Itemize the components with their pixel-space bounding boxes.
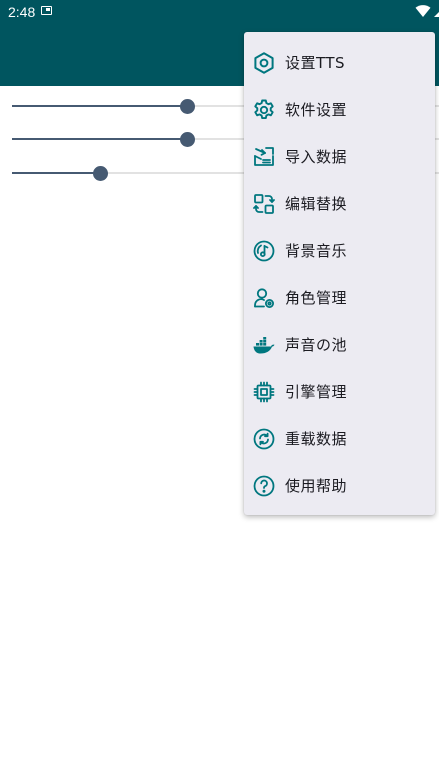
- music-disc-icon: [252, 239, 276, 263]
- docker-whale-icon: [252, 333, 276, 357]
- menu-item-label: 使用帮助: [285, 477, 348, 495]
- slider-thumb[interactable]: [180, 99, 196, 114]
- menu-item-label: 软件设置: [285, 101, 348, 119]
- menu-item-voice-pool[interactable]: 声音の池: [244, 322, 435, 369]
- person-settings-icon: [252, 286, 276, 310]
- chip-icon: [252, 380, 276, 404]
- menu-item-help[interactable]: 使用帮助: [244, 463, 435, 510]
- replace-icon: [252, 192, 276, 216]
- notification-card-icon: [41, 6, 52, 15]
- menu-item-label: 背景音乐: [285, 242, 348, 260]
- menu-item-engine-management[interactable]: 引擎管理: [244, 369, 435, 416]
- slider-fill: [12, 105, 188, 107]
- menu-item-edit-replace[interactable]: 编辑替换: [244, 181, 435, 228]
- menu-item-label: 导入数据: [285, 148, 348, 166]
- reload-icon: [252, 427, 276, 451]
- menu-item-label: 声音の池: [285, 336, 348, 354]
- slider-fill: [12, 172, 100, 174]
- menu-item-label: 编辑替换: [285, 195, 348, 213]
- slider-thumb[interactable]: [92, 166, 108, 181]
- menu-item-tts-settings[interactable]: 设置TTS: [244, 40, 435, 87]
- menu-item-role-management[interactable]: 角色管理: [244, 275, 435, 322]
- hexagon-gear-icon: [252, 51, 276, 75]
- overflow-menu: 设置TTS 软件设置 导入数据 编辑替换 背景音乐 角色管理 声音の池 引擎管理…: [244, 32, 435, 515]
- gear-icon: [252, 98, 276, 122]
- menu-item-background-music[interactable]: 背景音乐: [244, 228, 435, 275]
- menu-item-import-data[interactable]: 导入数据: [244, 134, 435, 181]
- menu-item-label: 角色管理: [285, 289, 348, 307]
- menu-item-reload-data[interactable]: 重载数据: [244, 416, 435, 463]
- menu-item-label: 设置TTS: [285, 54, 346, 72]
- menu-item-app-settings[interactable]: 软件设置: [244, 87, 435, 134]
- slider-fill: [12, 138, 188, 140]
- menu-item-label: 引擎管理: [285, 383, 348, 401]
- slider-thumb[interactable]: [180, 132, 196, 147]
- help-icon: [252, 474, 276, 498]
- status-time: 2:48: [8, 4, 36, 20]
- status-bar: 2:48: [0, 0, 439, 24]
- cell-signal-icon: [434, 12, 439, 17]
- wifi-icon: [415, 5, 431, 17]
- menu-item-label: 重载数据: [285, 430, 348, 448]
- import-icon: [252, 145, 276, 169]
